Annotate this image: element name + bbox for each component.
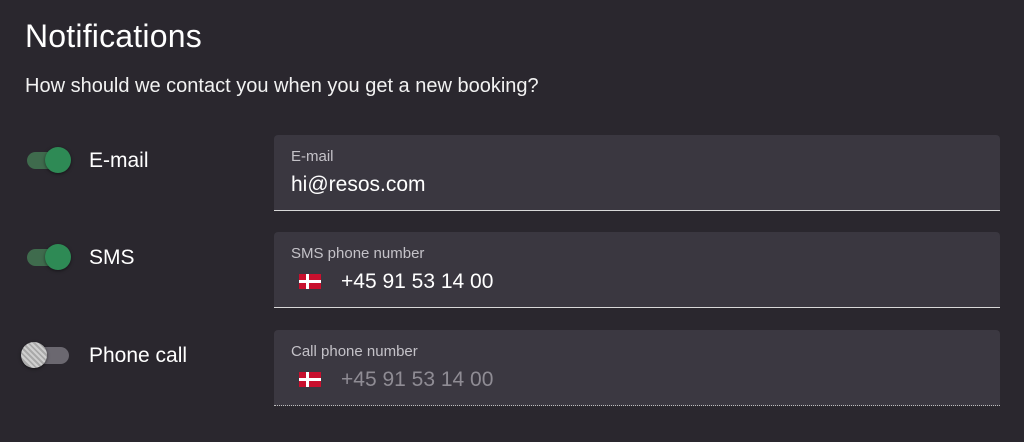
sms-toggle-label: SMS bbox=[89, 246, 135, 269]
sms-field-label: SMS phone number bbox=[291, 245, 425, 262]
email-field-value[interactable]: hi@resos.com bbox=[291, 173, 426, 197]
call-field-label: Call phone number bbox=[291, 343, 418, 360]
sms-toggle[interactable] bbox=[25, 243, 73, 271]
toggle-thumb bbox=[45, 147, 71, 173]
email-field[interactable]: E-mail hi@resos.com bbox=[274, 135, 1000, 211]
page-title: Notifications bbox=[25, 18, 202, 54]
email-toggle-label: E-mail bbox=[89, 149, 149, 172]
toggle-thumb bbox=[21, 342, 47, 368]
notification-row-phone-call: Phone call Call phone number +45 91 53 1… bbox=[0, 330, 1024, 406]
email-field-label: E-mail bbox=[291, 148, 334, 165]
denmark-flag-icon bbox=[299, 372, 321, 387]
notification-row-email: E-mail E-mail hi@resos.com bbox=[0, 135, 1024, 211]
denmark-flag-icon[interactable] bbox=[299, 274, 321, 289]
call-field-value: +45 91 53 14 00 bbox=[341, 368, 494, 391]
phone-call-toggle[interactable] bbox=[21, 341, 73, 369]
call-phone-field: Call phone number +45 91 53 14 00 bbox=[274, 330, 1000, 406]
sms-phone-field[interactable]: SMS phone number +45 91 53 14 00 bbox=[274, 232, 1000, 308]
page-subtitle: How should we contact you when you get a… bbox=[25, 75, 539, 97]
sms-field-value[interactable]: +45 91 53 14 00 bbox=[341, 270, 493, 294]
email-toggle[interactable] bbox=[25, 146, 73, 174]
toggle-thumb bbox=[45, 244, 71, 270]
notification-row-sms: SMS SMS phone number +45 91 53 14 00 bbox=[0, 232, 1024, 308]
phone-call-toggle-label: Phone call bbox=[89, 344, 188, 367]
